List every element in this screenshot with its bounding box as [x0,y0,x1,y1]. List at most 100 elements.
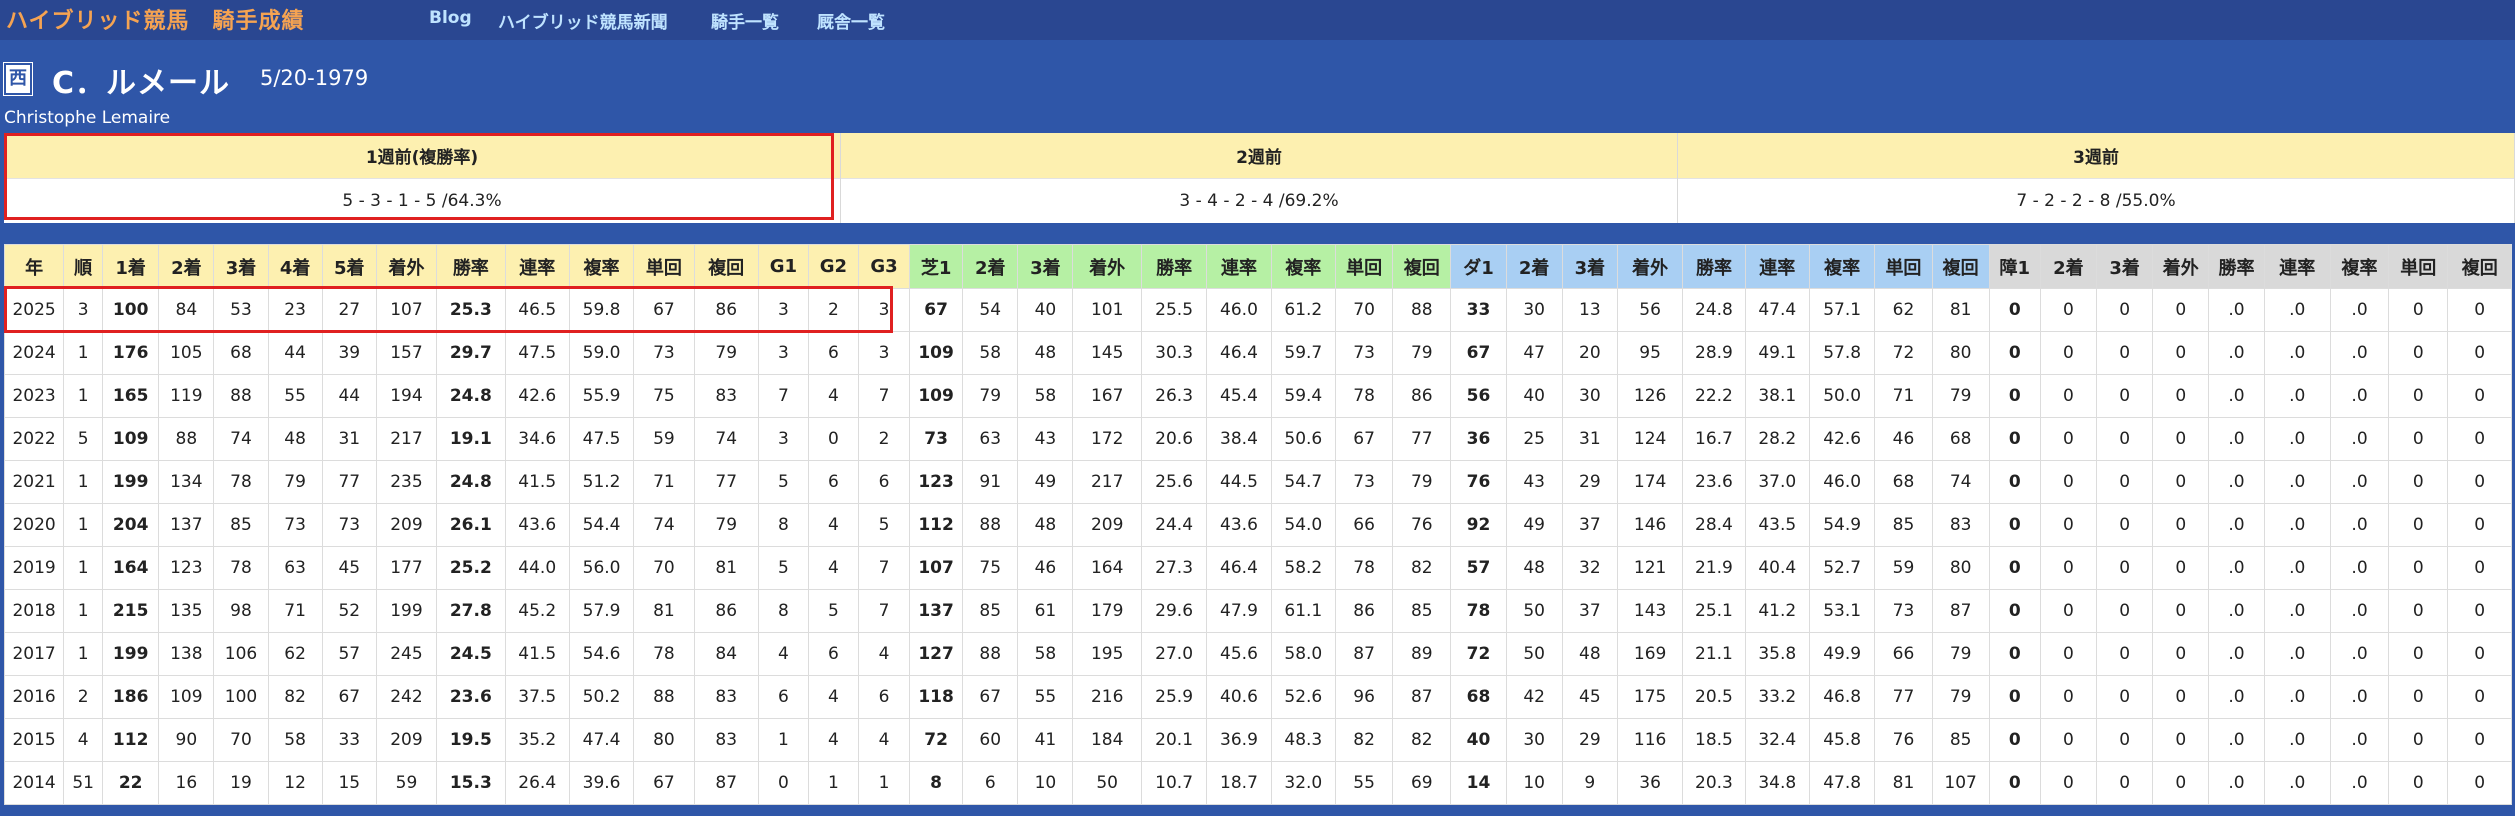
site-title[interactable]: ハイブリッド競馬 騎手成績 [6,3,305,35]
table-cell: 61.2 [1270,288,1337,332]
table-cell: 78 [213,546,269,590]
table-cell: .0 [2208,460,2265,504]
table-cell: 36.9 [1206,718,1272,762]
table-cell: 40 [1505,374,1563,418]
table-cell: 41 [1017,718,1074,762]
table-cell: 107 [909,546,964,590]
table-cell: 50 [1505,589,1563,633]
yearly-stats-container: 年順 1着 2着 3着 4着 5着 着外 勝率 連率 複率 単回 複回 G1 G2 G3 芝1 2着 3着 着外 勝率… [3,244,2512,805]
table-cell: 79 [693,331,759,375]
col-header: G3 [857,244,911,289]
table-cell: 10 [1505,761,1563,805]
col-header: 順 [63,244,104,289]
table-cell: 21.1 [1682,632,1746,676]
table-cell: 157 [375,331,438,375]
weekly-header-1w: 1週前(複勝率) [4,133,841,178]
table-cell: 87 [1334,632,1394,676]
table-cell: 175 [1616,675,1684,719]
table-cell: .0 [2263,675,2331,719]
table-cell: 72 [909,718,964,762]
col-header: 複回 [1931,244,1990,289]
table-cell: 0 [2388,374,2449,418]
top-nav-bar: ハイブリッド競馬 騎手成績 Blog ハイブリッド競馬新聞 騎手一覧 厩舎一覧 [0,0,2515,40]
nav-link-blog[interactable]: Blog [429,8,472,28]
table-cell: 0 [2447,503,2512,547]
table-cell: 72 [1450,632,1507,676]
table-cell: .0 [2263,460,2331,504]
table-cell: 23.6 [1682,460,1746,504]
table-cell: .0 [2208,675,2265,719]
col-header: 連率 [504,244,570,289]
table-cell: .0 [2208,331,2265,375]
table-cell: 28.4 [1682,503,1746,547]
col-header: 障1 [1988,244,2041,289]
table-cell: 27 [321,288,377,332]
table-cell: 209 [1072,503,1142,547]
table-cell: 0 [2388,761,2449,805]
table-cell: 7 [857,546,911,590]
table-cell: 46.4 [1206,546,1272,590]
table-cell: 100 [213,675,269,719]
col-header: 複率 [2329,244,2390,289]
table-cell: 81 [693,546,759,590]
table-cell: 40 [1450,718,1507,762]
nav-link-jockey-list[interactable]: 騎手一覧 [711,8,779,33]
table-cell: 50.6 [1270,417,1337,461]
table-cell: 43 [1505,460,1563,504]
table-cell: 0 [1988,417,2041,461]
col-header: 1着 [102,244,160,289]
table-cell: 2015 [3,718,65,762]
table-cell: 6 [757,675,809,719]
table-cell: 54.4 [568,503,635,547]
col-header: 単回 [633,244,695,289]
table-cell: .0 [2208,503,2265,547]
table-cell: 0 [2447,417,2512,461]
table-cell: 20.1 [1140,718,1208,762]
table-cell: 57 [1450,546,1507,590]
table-cell: 0 [2152,718,2210,762]
table-cell: 0 [2447,288,2512,332]
table-cell: 217 [1072,460,1142,504]
table-cell: 63 [962,417,1019,461]
table-cell: 25.5 [1140,288,1208,332]
nav-link-stable-list[interactable]: 厩舎一覧 [817,8,885,33]
table-cell: 44 [267,331,323,375]
table-cell: 78 [1334,546,1394,590]
table-cell: 33.2 [1744,675,1810,719]
table-cell: 0 [2152,546,2210,590]
table-cell: 79 [1931,675,1990,719]
table-cell: 0 [2096,761,2154,805]
table-cell: 2019 [3,546,65,590]
col-header: 着外 [2152,244,2210,289]
nav-link-newspaper[interactable]: ハイブリッド競馬新聞 [498,8,668,33]
table-cell: 16 [158,761,215,805]
stats-header-row: 年順 1着 2着 3着 4着 5着 着外 勝率 連率 複率 単回 複回 G1 G2 G3 芝1 2着 3着 着外 勝率… [3,244,2512,289]
table-row: 2016 2 186 109 100 82 67 242 23.6 37.5 50.2 88 83 6 4 6… [3,675,2512,719]
table-cell: 186 [102,675,160,719]
table-cell: 2021 [3,460,65,504]
table-cell: 5 [857,503,911,547]
table-cell: .0 [2329,331,2390,375]
table-cell: 137 [909,589,964,633]
table-cell: 0 [1988,675,2041,719]
table-cell: .0 [2329,718,2390,762]
table-cell: 66 [1874,632,1933,676]
table-cell: .0 [2329,503,2390,547]
table-cell: 43 [1017,417,1074,461]
table-cell: 27.8 [436,589,506,633]
col-header: G2 [807,244,859,289]
table-cell: 47.5 [568,417,635,461]
table-cell: 0 [2447,632,2512,676]
table-cell: 57.1 [1808,288,1876,332]
table-cell: 20 [1561,331,1618,375]
table-cell: 123 [158,546,215,590]
table-cell: 118 [909,675,964,719]
table-cell: 146 [1616,503,1684,547]
table-cell: 216 [1072,675,1142,719]
table-cell: 138 [158,632,215,676]
table-cell: 55.9 [568,374,635,418]
table-cell: 199 [375,589,438,633]
table-cell: 32.0 [1270,761,1337,805]
table-cell: 48 [1505,546,1563,590]
table-cell: 51 [63,761,104,805]
